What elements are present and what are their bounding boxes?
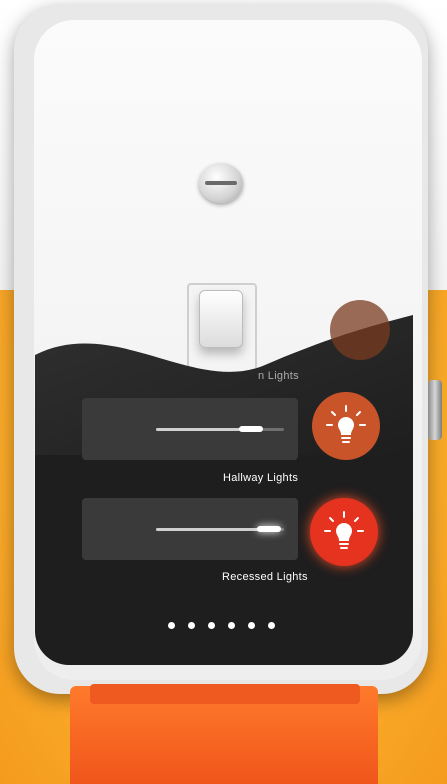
- page-dot[interactable]: [248, 622, 255, 629]
- hallway-lightbulb-icon[interactable]: [312, 392, 380, 460]
- screw-icon: [199, 163, 243, 203]
- page-dot[interactable]: [188, 622, 195, 629]
- slider-thumb[interactable]: [238, 426, 263, 432]
- lightbulb-icon[interactable]: [330, 300, 390, 360]
- slider-fill: [156, 528, 269, 531]
- recessed-lightbulb-icon[interactable]: [310, 498, 378, 566]
- slider-thumb[interactable]: [256, 526, 281, 532]
- page-indicator[interactable]: [168, 622, 275, 629]
- hallway-label: Hallway Lights: [223, 472, 299, 484]
- page-dot[interactable]: [208, 622, 215, 629]
- page-dot[interactable]: [268, 622, 275, 629]
- device-base-top: [90, 684, 360, 704]
- slider-fill: [156, 428, 251, 431]
- partial-row-label: n Lights: [258, 370, 299, 382]
- toggle-switch[interactable]: [199, 290, 243, 348]
- side-knob[interactable]: [428, 380, 442, 440]
- slider-track-line: [156, 428, 284, 431]
- recessed-label: Recessed Lights: [222, 571, 308, 583]
- hallway-slider[interactable]: [82, 398, 298, 460]
- page-dot[interactable]: [168, 622, 175, 629]
- page-dot[interactable]: [228, 622, 235, 629]
- recessed-slider[interactable]: [82, 498, 298, 560]
